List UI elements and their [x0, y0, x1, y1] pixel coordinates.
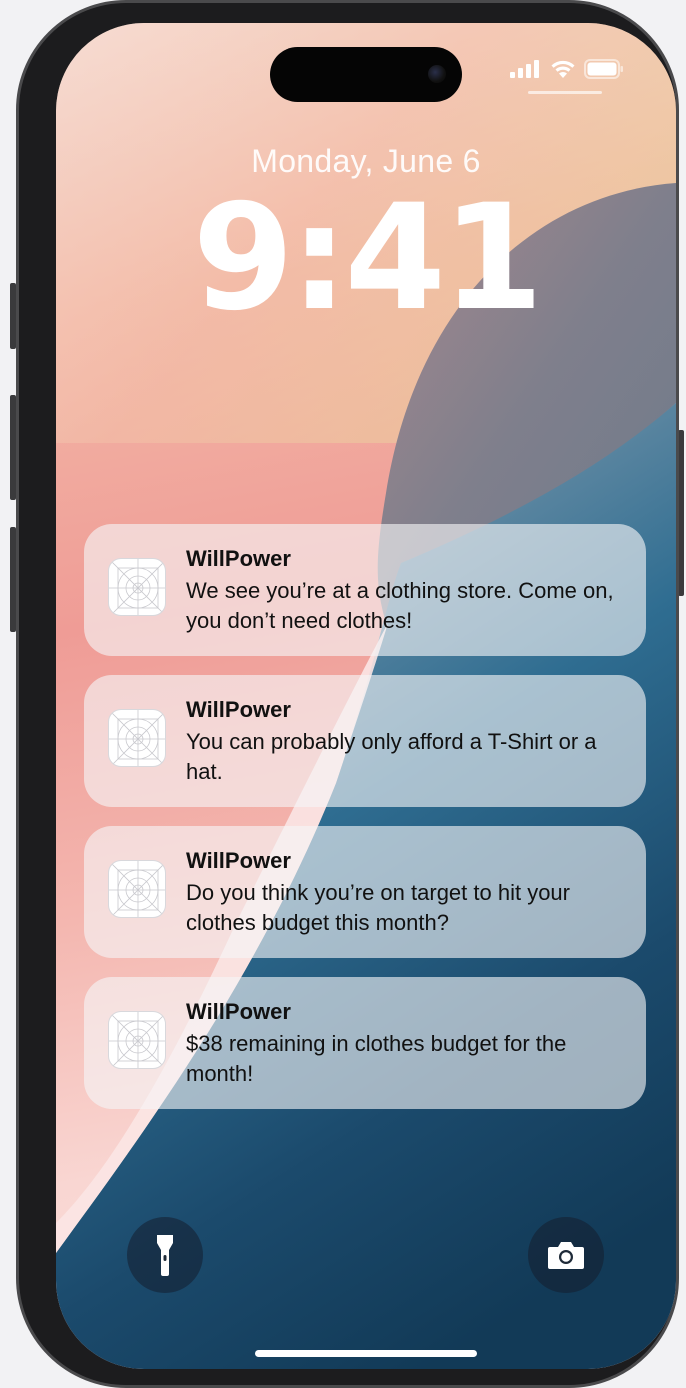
- notification-message: $38 remaining in clothes budget for the …: [186, 1031, 567, 1086]
- notification-message: Do you think you’re on target to hit you…: [186, 880, 570, 935]
- camera-icon: [548, 1242, 584, 1269]
- dynamic-island: [270, 47, 462, 102]
- front-camera-icon: [428, 65, 446, 83]
- notification-app-name: WillPower: [186, 848, 291, 873]
- notification-card[interactable]: WillPower $38 remaining in clothes budge…: [84, 977, 646, 1109]
- flashlight-button[interactable]: [127, 1217, 203, 1293]
- cellular-signal-icon: [510, 60, 539, 78]
- notification-message: You can probably only afford a T-Shirt o…: [186, 729, 597, 784]
- wifi-icon: [551, 60, 575, 78]
- notification-card[interactable]: WillPower You can probably only afford a…: [84, 675, 646, 807]
- lock-time: 9:41: [192, 173, 543, 343]
- lock-screen: Monday, June 6 9:41 WillPower We see you…: [56, 23, 676, 1369]
- control-center-indicator[interactable]: [528, 91, 602, 94]
- home-indicator[interactable]: [255, 1350, 477, 1357]
- notification-app-name: WillPower: [186, 697, 291, 722]
- flashlight-icon: [157, 1235, 173, 1276]
- notification-card[interactable]: WillPower Do you think you’re on target …: [84, 826, 646, 958]
- notification-app-name: WillPower: [186, 999, 291, 1024]
- status-bar: [510, 59, 624, 79]
- camera-button[interactable]: [528, 1217, 604, 1293]
- app-icon-placeholder: [108, 709, 166, 767]
- notification-message: We see you’re at a clothing store. Come …: [186, 578, 614, 633]
- phone-frame: Monday, June 6 9:41 WillPower We see you…: [16, 0, 679, 1388]
- app-icon-placeholder: [108, 860, 166, 918]
- app-icon-placeholder: [108, 558, 166, 616]
- notification-card[interactable]: WillPower We see you’re at a clothing st…: [84, 524, 646, 656]
- battery-icon: [584, 59, 623, 79]
- app-icon-placeholder: [108, 1011, 166, 1069]
- notification-app-name: WillPower: [186, 546, 291, 571]
